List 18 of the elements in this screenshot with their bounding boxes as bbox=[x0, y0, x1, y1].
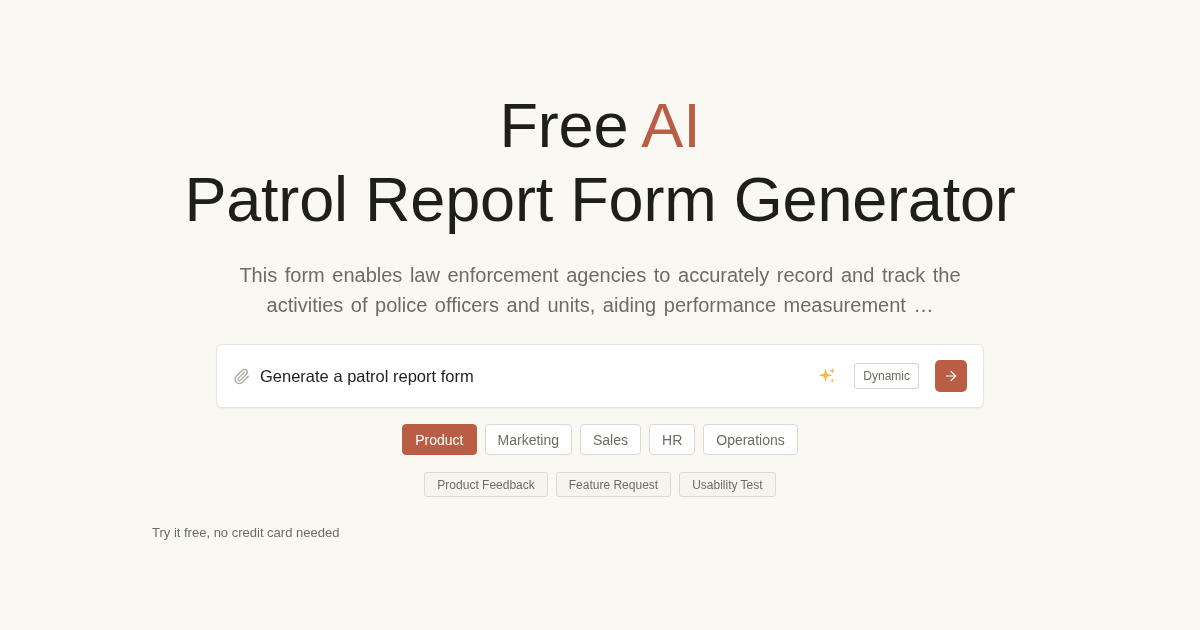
title-accent-text: AI bbox=[641, 89, 701, 162]
page-title: Patrol Report Form Generator bbox=[184, 163, 1016, 236]
category-tab[interactable]: Sales bbox=[580, 424, 641, 455]
title-text: Free bbox=[499, 89, 629, 162]
mode-button[interactable]: Dynamic bbox=[854, 363, 919, 389]
template-chip[interactable]: Feature Request bbox=[555, 472, 672, 497]
template-chip[interactable]: Product Feedback bbox=[424, 472, 548, 497]
template-chip[interactable]: Usability Test bbox=[679, 472, 776, 497]
category-tab[interactable]: Product bbox=[402, 424, 477, 455]
category-tab[interactable]: Operations bbox=[703, 424, 798, 455]
description-text: This form enables law enforcement agencies to accurately record and track the activities of police officers and units, aiding performance measurement … bbox=[238, 263, 962, 318]
category-tab[interactable]: HR bbox=[649, 424, 696, 455]
prompt-field[interactable]: Generate a patrol report form Dynamic bbox=[216, 344, 984, 408]
footnote-text: Try it free, no credit card needed bbox=[152, 525, 340, 540]
sparkles-icon bbox=[818, 367, 837, 385]
category-tab[interactable]: Marketing bbox=[484, 424, 572, 455]
paperclip-icon[interactable] bbox=[233, 367, 250, 385]
send-button[interactable] bbox=[935, 360, 967, 392]
